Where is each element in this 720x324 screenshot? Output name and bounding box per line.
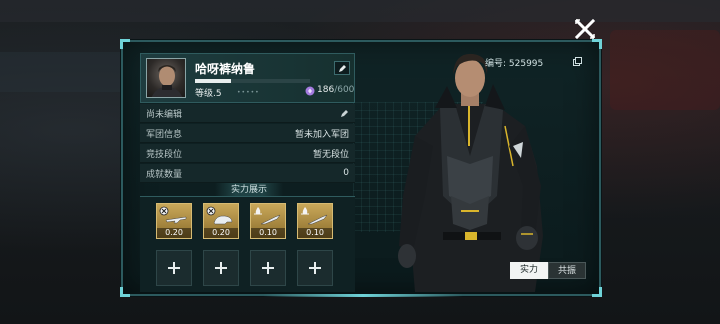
add-slot-button[interactable] — [203, 250, 239, 286]
corner-decoration — [592, 39, 602, 49]
rank-info-row: 竞技段位 暂无段位 — [140, 144, 355, 163]
tab-resonance[interactable]: 共振 — [548, 262, 586, 279]
legion-value: 暂未加入军团 — [294, 129, 349, 140]
xp-max: /600 — [334, 85, 355, 95]
close-icon — [574, 18, 596, 40]
plus-icon — [262, 262, 274, 274]
equipment-slot[interactable]: 0.10 — [250, 203, 286, 239]
gem-icon — [305, 86, 315, 96]
level-dots: ••••• — [237, 89, 260, 96]
signature-text: 尚未编辑 — [146, 109, 183, 120]
tab-power[interactable]: 实力 — [510, 262, 548, 279]
profile-header: 哈呀裤纳鲁 等级.5 ••••• 186/600 — [140, 53, 355, 103]
tab-bar: 实力 共振 — [510, 262, 586, 279]
rank-value: 暂无段位 — [312, 149, 349, 160]
level-label: 等级.5 — [195, 89, 222, 99]
power-showcase: 0.20 0.20 0.10 0.10 — [140, 196, 355, 292]
character-portrait — [398, 53, 543, 292]
power-showcase-title: 实力展示 — [215, 183, 283, 197]
equipment-slot[interactable]: 0.20 — [203, 203, 239, 239]
plus-icon — [168, 262, 180, 274]
achievement-label: 成就数量 — [146, 169, 183, 180]
plus-icon — [215, 262, 227, 274]
background-shape — [0, 52, 120, 92]
edit-name-button[interactable] — [334, 61, 350, 75]
slot-value: 0.20 — [204, 228, 238, 238]
corner-decoration — [120, 287, 130, 297]
corner-decoration — [120, 39, 130, 49]
xp-current: 186 — [317, 85, 335, 95]
slot-value: 0.20 — [157, 228, 191, 238]
knife-icon — [307, 214, 328, 225]
equipment-slot[interactable]: 0.20 — [156, 203, 192, 239]
xp-progress-fill — [195, 79, 231, 83]
corner-decoration — [592, 287, 602, 297]
rifle-icon — [165, 216, 187, 224]
slot-value: 0.10 — [298, 228, 332, 238]
xp-counter: 186/600 — [317, 85, 354, 95]
add-slot-button[interactable] — [297, 250, 333, 286]
pencil-icon — [338, 64, 346, 72]
helmet-icon — [213, 215, 233, 225]
player-id: 编号: 525995 — [485, 59, 544, 69]
knife-icon — [260, 214, 281, 225]
plus-icon — [309, 262, 321, 274]
equipment-slot[interactable]: 0.10 — [297, 203, 333, 239]
xp-progress-bar — [195, 79, 310, 83]
avatar-portrait-icon — [151, 65, 183, 97]
rank-label: 竞技段位 — [146, 149, 183, 160]
add-slot-button[interactable] — [156, 250, 192, 286]
background-bar — [0, 0, 720, 22]
close-button[interactable] — [574, 18, 596, 40]
copy-icon[interactable] — [573, 57, 582, 66]
bottom-glow — [263, 294, 463, 297]
legion-label: 军团信息 — [146, 129, 183, 140]
player-info-panel: 哈呀裤纳鲁 等级.5 ••••• 186/600 尚未编辑 军团信息 暂未加入军… — [120, 39, 602, 297]
achievement-value: 0 — [343, 168, 349, 178]
player-name: 哈呀裤纳鲁 — [195, 62, 256, 76]
achievement-info-row: 成就数量 0 — [140, 164, 355, 183]
slot-value: 0.10 — [251, 228, 285, 238]
background-shape — [610, 30, 720, 110]
legion-info-row: 军团信息 暂未加入军团 — [140, 124, 355, 143]
add-slot-button[interactable] — [250, 250, 286, 286]
avatar[interactable] — [146, 58, 186, 98]
pencil-icon[interactable] — [340, 109, 349, 118]
signature-row[interactable]: 尚未编辑 — [140, 104, 355, 123]
